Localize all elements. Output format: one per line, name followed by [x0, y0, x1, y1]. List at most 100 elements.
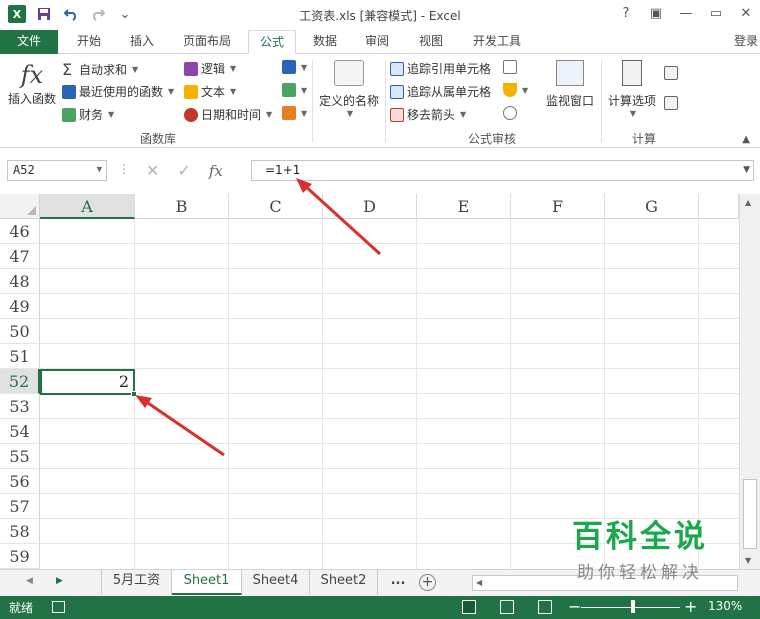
column-header-a[interactable]: A: [40, 194, 135, 219]
sheet-tab-sheet2[interactable]: Sheet2: [310, 570, 378, 595]
fill-handle[interactable]: [131, 391, 137, 397]
restore-button[interactable]: ▭: [708, 4, 724, 22]
tab-file[interactable]: 文件: [0, 30, 58, 54]
remove-arrows-button[interactable]: 移去箭头 ▼: [390, 106, 466, 123]
zoom-out-button[interactable]: −: [568, 597, 581, 616]
scroll-left-icon[interactable]: ◀: [476, 578, 482, 587]
status-text: 就绪: [9, 601, 34, 615]
row-header-59[interactable]: 59: [0, 544, 40, 569]
minimize-button[interactable]: —: [678, 4, 694, 22]
expand-formula-bar-icon[interactable]: ▼: [743, 161, 750, 180]
cancel-icon[interactable]: ✕: [146, 161, 159, 180]
financial-button[interactable]: 财务 ▼: [62, 106, 114, 123]
column-header-b[interactable]: B: [135, 194, 229, 219]
scroll-down-icon[interactable]: ▼: [745, 556, 751, 565]
name-manager-icon: [334, 60, 364, 86]
row-header-48[interactable]: 48: [0, 269, 40, 294]
datetime-button[interactable]: 日期和时间 ▼: [184, 106, 272, 123]
row-header-57[interactable]: 57: [0, 494, 40, 519]
sheet-tab-sheet1[interactable]: Sheet1: [172, 570, 242, 595]
macro-recording-icon[interactable]: [52, 601, 65, 613]
tab-view[interactable]: 视图: [408, 30, 454, 54]
show-formulas-button[interactable]: [503, 60, 517, 74]
define-name-button[interactable]: 定义的名称 ▼: [316, 60, 382, 118]
add-sheet-button[interactable]: +: [419, 574, 436, 591]
more-sheets-button[interactable]: ...: [380, 570, 416, 595]
scroll-up-icon[interactable]: ▲: [745, 198, 751, 207]
collapse-ribbon-icon[interactable]: ▲: [742, 134, 750, 145]
next-sheet-icon[interactable]: ▶: [56, 576, 63, 586]
login-link[interactable]: 登录: [734, 30, 758, 52]
chevron-down-icon[interactable]: ▼: [97, 161, 102, 180]
sheet-tab-sheet4[interactable]: Sheet4: [242, 570, 310, 595]
row-header-46[interactable]: 46: [0, 219, 40, 244]
column-header-f[interactable]: F: [511, 194, 605, 219]
tab-review[interactable]: 审阅: [354, 30, 400, 54]
cell-a52-selected[interactable]: 2: [40, 369, 135, 395]
math-button[interactable]: ▼: [282, 83, 307, 97]
zoom-slider-thumb[interactable]: [631, 600, 635, 613]
row-header-51[interactable]: 51: [0, 344, 40, 369]
calc-sheet-button[interactable]: [664, 96, 678, 110]
text-functions-button[interactable]: 文本 ▼: [184, 83, 236, 100]
select-all-button[interactable]: [0, 194, 40, 219]
normal-view-icon[interactable]: [462, 600, 476, 614]
tab-formulas[interactable]: 公式: [248, 30, 296, 55]
row-header-47[interactable]: 47: [0, 244, 40, 269]
zoom-level[interactable]: 130%: [708, 599, 742, 613]
column-header-c[interactable]: C: [229, 194, 323, 219]
page-layout-view-icon[interactable]: [500, 600, 514, 614]
trace-precedents-button[interactable]: 追踪引用单元格: [390, 60, 491, 77]
row-header-55[interactable]: 55: [0, 444, 40, 469]
help-button[interactable]: ?: [618, 4, 634, 22]
column-header-h[interactable]: [699, 194, 739, 219]
formula-bar-grip[interactable]: ⋮: [118, 162, 130, 176]
fx-icon[interactable]: fx: [209, 162, 223, 180]
fx-icon: fx: [20, 61, 44, 89]
watermark-main: 百科全说: [572, 519, 708, 555]
tab-page-layout[interactable]: 页面布局: [170, 30, 244, 54]
page-break-view-icon[interactable]: [538, 600, 552, 614]
watch-window-button[interactable]: 监视窗口: [542, 60, 598, 109]
worksheet-grid[interactable]: A B C D E F G 46 47 48 49 50 51 52 53 54…: [0, 194, 760, 569]
row-header-58[interactable]: 58: [0, 519, 40, 544]
row-header-53[interactable]: 53: [0, 394, 40, 419]
prev-sheet-icon[interactable]: ◀: [26, 576, 33, 586]
recent-functions-button[interactable]: 最近使用的函数 ▼: [62, 83, 174, 100]
lookup-button[interactable]: ▼: [282, 60, 307, 74]
zoom-in-button[interactable]: +: [684, 597, 697, 616]
enter-icon[interactable]: ✓: [177, 161, 190, 180]
tab-home[interactable]: 开始: [64, 30, 114, 54]
autosum-button[interactable]: Σ 自动求和 ▼: [62, 60, 138, 79]
evaluate-formula-button[interactable]: [503, 106, 517, 120]
column-header-g[interactable]: G: [605, 194, 699, 219]
error-checking-button[interactable]: ▼: [503, 83, 528, 97]
ribbon-display-button[interactable]: ▣: [648, 4, 664, 22]
row-header-56[interactable]: 56: [0, 469, 40, 494]
calc-options-button[interactable]: 计算选项 ▼: [604, 60, 660, 118]
show-formulas-icon: [503, 60, 517, 74]
column-header-e[interactable]: E: [417, 194, 511, 219]
tab-developer[interactable]: 开发工具: [462, 30, 532, 54]
more-functions-button[interactable]: ▼: [282, 106, 307, 120]
insert-function-button[interactable]: fx 插入函数: [6, 60, 58, 107]
name-box[interactable]: A52 ▼: [7, 160, 107, 181]
logical-button[interactable]: 逻辑 ▼: [184, 60, 236, 77]
calc-now-button[interactable]: [664, 66, 678, 80]
row-header-54[interactable]: 54: [0, 419, 40, 444]
tab-insert[interactable]: 插入: [117, 30, 167, 54]
row-header-49[interactable]: 49: [0, 294, 40, 319]
vertical-scrollbar[interactable]: ▲ ▼: [739, 194, 760, 569]
scroll-thumb[interactable]: [743, 479, 757, 549]
warning-icon: [503, 83, 517, 97]
logical-icon: [184, 61, 198, 76]
formula-input[interactable]: =1+1 ▼: [251, 160, 754, 181]
trace-dependents-button[interactable]: 追踪从属单元格: [390, 83, 491, 100]
close-button[interactable]: ✕: [738, 4, 754, 22]
row-header-50[interactable]: 50: [0, 319, 40, 344]
text-label: 文本: [201, 85, 226, 99]
column-header-d[interactable]: D: [323, 194, 417, 219]
tab-data[interactable]: 数据: [302, 30, 348, 54]
sheet-tab-may-salary[interactable]: 5月工资: [101, 570, 172, 595]
row-header-52[interactable]: 52: [0, 369, 40, 394]
